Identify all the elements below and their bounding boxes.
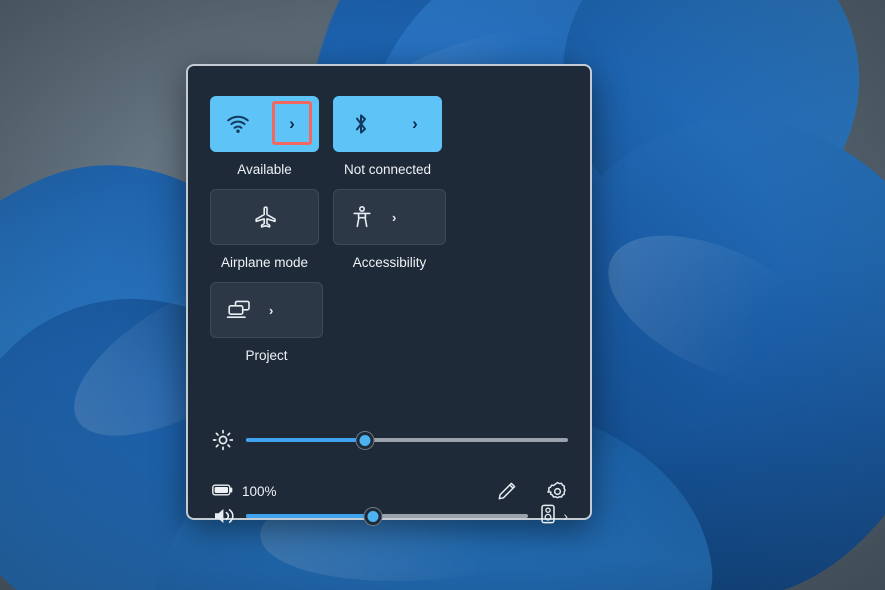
brightness-icon — [212, 429, 246, 451]
tile-label-airplane-mode: Airplane mode — [220, 255, 309, 270]
accessibility-icon — [334, 190, 390, 244]
quick-tile-accessibility[interactable]: › — [333, 189, 446, 245]
airplane-icon — [252, 190, 278, 244]
bluetooth-chevron-icon[interactable]: › — [388, 114, 442, 134]
tile-cell-project: › Project — [210, 282, 333, 363]
battery-status: 100% — [212, 483, 277, 500]
tile-cell-airplane-mode: Airplane mode — [210, 189, 333, 270]
tile-label-wifi: Available — [237, 162, 292, 177]
footer-action-buttons — [496, 480, 568, 502]
pencil-edit-icon[interactable] — [496, 480, 518, 502]
quick-tile-airplane-mode[interactable] — [210, 189, 319, 245]
gear-settings-icon[interactable] — [546, 480, 568, 502]
battery-percentage-label: 100% — [242, 483, 277, 499]
brightness-slider[interactable] — [246, 430, 568, 450]
bluetooth-icon — [333, 96, 388, 152]
battery-full-icon — [212, 483, 234, 500]
desktop: › Available › Not connected Airplane mod… — [0, 0, 885, 590]
tile-label-bluetooth: Not connected — [343, 162, 432, 177]
tile-cell-bluetooth: › Not connected — [333, 96, 456, 177]
brightness-slider-row — [188, 423, 590, 457]
quick-tile-bluetooth[interactable]: › — [333, 96, 442, 152]
brightness-slider-thumb[interactable] — [356, 431, 374, 449]
accessibility-chevron-icon[interactable]: › — [390, 210, 445, 225]
quick-settings-footer: 100% — [188, 464, 590, 518]
quick-tile-project[interactable]: › — [210, 282, 323, 338]
tile-cell-accessibility: › Accessibility — [333, 189, 456, 270]
project-chevron-icon[interactable]: › — [267, 303, 322, 318]
tile-label-project: Project — [245, 348, 288, 363]
wifi-icon — [210, 96, 265, 152]
project-icon — [211, 283, 267, 337]
quick-settings-panel: › Available › Not connected Airplane mod… — [186, 64, 592, 525]
quick-settings-tile-grid: › Available › Not connected Airplane mod… — [188, 66, 572, 375]
wifi-chevron-icon[interactable]: › — [265, 114, 319, 134]
quick-tile-wifi[interactable]: › — [210, 96, 319, 152]
tile-cell-wifi: › Available — [210, 96, 333, 177]
tile-label-accessibility: Accessibility — [352, 255, 427, 270]
brightness-slider-fill — [246, 438, 366, 442]
